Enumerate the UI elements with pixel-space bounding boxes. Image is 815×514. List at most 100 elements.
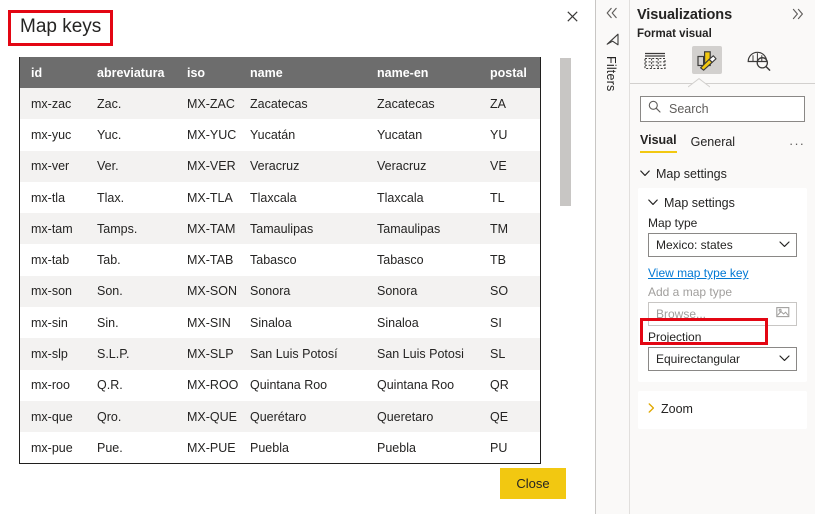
- search-input[interactable]: [667, 101, 797, 117]
- table-cell: Yucatan: [377, 127, 423, 142]
- view-map-type-key-link[interactable]: View map type key: [648, 266, 749, 280]
- search-icon: [648, 100, 661, 118]
- table-cell: VE: [490, 159, 507, 174]
- card-label-map-settings: Map settings: [664, 196, 735, 210]
- table-row: mx-tam Tamps. MX-TAM Tamaulipas Tamaulipas TM: [20, 213, 540, 245]
- tabs-more-button[interactable]: ···: [789, 137, 805, 150]
- format-visual-label: Format visual: [637, 28, 712, 40]
- table-cell: mx-son: [31, 284, 72, 299]
- fields-icon[interactable]: [640, 46, 670, 74]
- table-cell: Puebla: [377, 440, 416, 455]
- table-cell: MX-TLA: [187, 190, 233, 205]
- projection-value: Equirectangular: [656, 352, 741, 366]
- table-cell: mx-tam: [31, 221, 73, 236]
- table-row: mx-sin Sin. MX-SIN Sinaloa Sinaloa SI: [20, 307, 540, 339]
- table-cell: Quintana Roo: [377, 378, 455, 393]
- table-cell: San Luis Potosí: [250, 347, 338, 362]
- tab-visual[interactable]: Visual: [640, 133, 677, 153]
- search-box[interactable]: [640, 96, 805, 122]
- chevron-down-icon: [648, 198, 658, 208]
- tab-general[interactable]: General: [691, 135, 735, 153]
- map-keys-table-container: id abreviatura iso name name-en postal mx-zac…: [19, 57, 541, 464]
- table-cell: Sin.: [97, 315, 119, 330]
- visual-pane-icon-row: [630, 40, 815, 74]
- table-cell: Tab.: [97, 253, 121, 268]
- chevron-down-icon: [640, 169, 650, 179]
- table-cell: MX-PUE: [187, 440, 236, 455]
- table-cell: TM: [490, 221, 509, 236]
- table-cell: Zacatecas: [250, 96, 308, 111]
- filters-label[interactable]: Filters: [604, 56, 618, 91]
- add-map-type-label: Add a map type: [648, 285, 733, 299]
- map-keys-table: id abreviatura iso name name-en postal mx-zac…: [20, 57, 540, 463]
- table-cell: Sinaloa: [250, 315, 292, 330]
- filter-icon[interactable]: [606, 33, 619, 51]
- table-cell: Sonora: [377, 284, 418, 299]
- table-cell: Puebla: [250, 440, 289, 455]
- table-scrollbar[interactable]: [560, 56, 571, 464]
- map-type-dropdown[interactable]: Mexico: states: [648, 233, 797, 257]
- visualizations-header: Visualizations: [630, 0, 815, 23]
- table-cell: MX-YUC: [187, 127, 237, 142]
- table-cell: S.L.P.: [97, 347, 130, 362]
- table-row: mx-roo Q.R. MX-ROO Quintana Roo Quintana Roo…: [20, 369, 540, 401]
- table-cell: Sinaloa: [377, 315, 419, 330]
- table-cell: mx-roo: [31, 378, 70, 393]
- table-cell: Zacatecas: [377, 96, 435, 111]
- format-visual-icon[interactable]: [692, 46, 722, 74]
- table-cell: MX-ROO: [187, 378, 239, 393]
- section-toggle-map-settings[interactable]: Map settings: [630, 163, 815, 185]
- table-cell: Tlax.: [97, 190, 125, 205]
- table-cell: YU: [490, 127, 508, 142]
- table-cell: SO: [490, 284, 509, 299]
- table-row: mx-que Qro. MX-QUE Querétaro Queretaro QE: [20, 400, 540, 433]
- table-cell: MX-ZAC: [187, 96, 235, 111]
- table-cell: Veracruz: [377, 159, 427, 174]
- chevron-down-icon: [779, 240, 790, 250]
- table-cell: Tabasco: [377, 253, 424, 268]
- table-cell: Queretaro: [377, 409, 434, 424]
- projection-dropdown[interactable]: Equirectangular: [648, 347, 797, 371]
- table-cell: MX-SON: [187, 284, 237, 299]
- page-title-highlight: Map keys: [8, 10, 114, 46]
- browse-field[interactable]: Browse...: [648, 302, 797, 326]
- table-row: mx-son Son. MX-SON Sonora Sonora SO: [20, 275, 540, 308]
- map-type-label: Map type: [648, 216, 698, 230]
- analytics-icon[interactable]: [744, 46, 774, 74]
- table-cell: Pue.: [97, 440, 123, 455]
- table-cell: MX-SIN: [187, 315, 231, 330]
- right-pane: Filters Visualizations Format visual Sea…: [596, 0, 815, 514]
- table-header: id abreviatura iso name name-en postal: [20, 57, 540, 88]
- table-row: mx-tab Tab. MX-TAB Tabasco Tabasco TB: [20, 244, 540, 276]
- table-cell: Veracruz: [250, 159, 300, 174]
- app-root: Map keys id abreviatura iso name name-en post…: [0, 0, 815, 514]
- table-cell: mx-zac: [31, 96, 72, 111]
- chevron-right-icon: [648, 403, 655, 415]
- image-browse-icon[interactable]: [776, 306, 791, 322]
- column-header: iso: [176, 57, 239, 88]
- table-row: mx-tla Tlax. MX-TLA Tlaxcala Tlaxcala TL: [20, 181, 540, 214]
- table-cell: Tamps.: [97, 221, 138, 236]
- column-header: postal: [479, 57, 540, 88]
- table-cell: MX-TAB: [187, 253, 234, 268]
- table-cell: mx-tla: [31, 190, 66, 205]
- chevron-double-right-icon[interactable]: [791, 8, 805, 22]
- close-icon[interactable]: [561, 5, 583, 27]
- table-scrollbar-thumb[interactable]: [560, 58, 571, 206]
- format-tabs: Visual General ···: [640, 133, 805, 153]
- table-row: mx-ver Ver. MX-VER Veracruz Veracruz VE: [20, 150, 540, 182]
- close-button[interactable]: Close: [500, 468, 566, 499]
- browse-placeholder: Browse...: [656, 307, 707, 321]
- card-toggle-map-settings[interactable]: Map settings: [648, 196, 797, 210]
- projection-label: Projection: [648, 330, 702, 344]
- table-row: mx-slp S.L.P. MX-SLP San Luis Potosí San Lui…: [20, 338, 540, 370]
- table-cell: Querétaro: [250, 409, 307, 424]
- table-cell: Quintana Roo: [250, 378, 328, 393]
- table-cell: mx-sin: [31, 315, 68, 330]
- zoom-card[interactable]: Zoom: [638, 391, 807, 429]
- chevron-double-left-icon[interactable]: [605, 7, 619, 21]
- icon-row-divider: [630, 78, 815, 88]
- table-cell: Ver.: [97, 159, 119, 174]
- table-cell: QR: [490, 378, 509, 393]
- card-toggle-zoom[interactable]: Zoom: [648, 402, 797, 416]
